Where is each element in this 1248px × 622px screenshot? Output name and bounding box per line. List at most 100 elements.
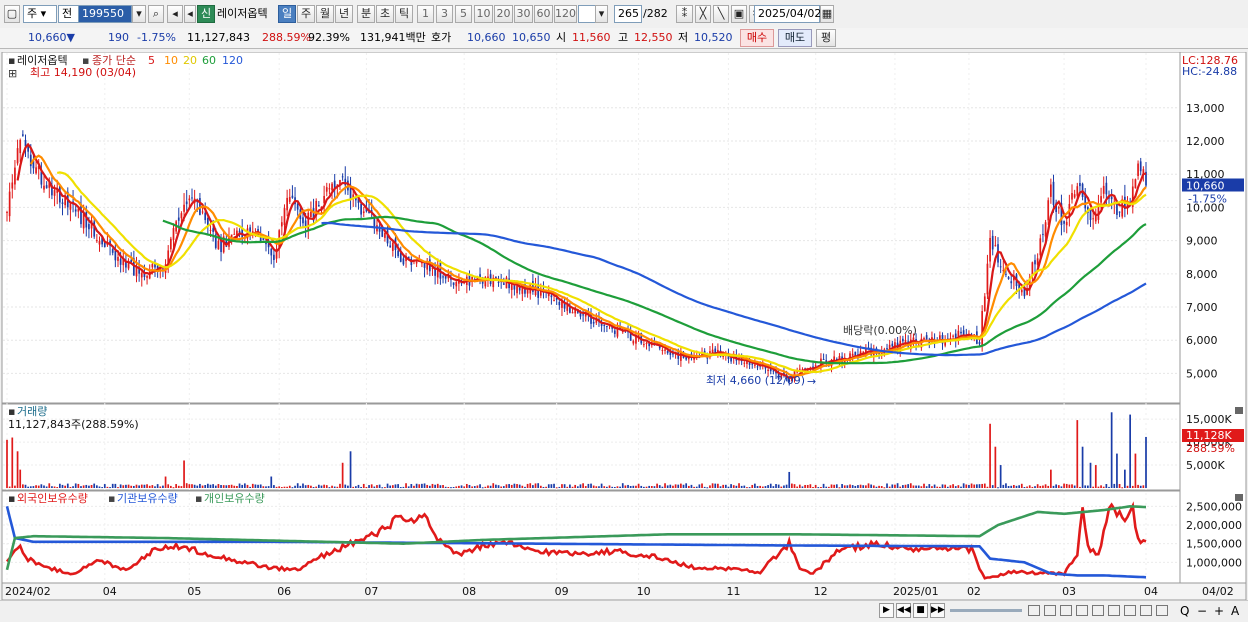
interval-btn-10[interactable]: 10 [474, 5, 493, 23]
volume-bar [952, 484, 954, 488]
fast-forward-button[interactable]: ▶▶ [930, 603, 945, 618]
volume-bar [629, 485, 632, 488]
count-total: /282 [643, 7, 668, 20]
search-icon[interactable]: ⌕ [148, 5, 164, 23]
volume-bar [492, 483, 495, 488]
rewind-button[interactable]: ◀◀ [896, 603, 911, 618]
save-icon[interactable]: ▣ [731, 5, 747, 23]
candle-body [185, 201, 188, 205]
interval-btn-1[interactable]: 1 [417, 5, 434, 23]
window-icon[interactable] [1124, 605, 1136, 616]
period-btn-year[interactable]: 년 [335, 5, 353, 23]
candle-body [88, 224, 90, 230]
volume-bar [43, 485, 45, 488]
interval-dropdown-icon[interactable]: ▾ [595, 5, 608, 23]
low-arrow-icon: → [807, 375, 816, 388]
interval-btn-5[interactable]: 5 [455, 5, 472, 23]
stop-button[interactable]: ■ [913, 603, 928, 618]
candle-body [40, 171, 43, 185]
period-btn-second[interactable]: 초 [376, 5, 394, 23]
speaker-icon[interactable]: ◂ [167, 5, 183, 23]
interval-btn-20[interactable]: 20 [494, 5, 513, 23]
candle-body [886, 348, 888, 350]
crosshair-icon[interactable]: ╳ [695, 5, 711, 23]
interval-btn-120[interactable]: 120 [554, 5, 577, 23]
window-menu-icon[interactable]: ▢ [4, 5, 20, 23]
volume-bar [833, 484, 836, 488]
volume-bar [447, 486, 450, 488]
volume-bar [434, 484, 436, 488]
holding-tick-label: 1,500,000 [1186, 538, 1242, 551]
time-tick-label: 05 [187, 585, 201, 598]
panel-toggle-icon[interactable]: ▪ [8, 54, 15, 67]
interval-btn-3[interactable]: 3 [436, 5, 453, 23]
volume-bar [175, 484, 177, 488]
volume-bar [553, 483, 555, 488]
price-tick-label: 8,000 [1186, 268, 1218, 281]
volume-bar [690, 484, 693, 488]
volume-panel [1, 403, 1181, 491]
volume-bar [735, 485, 738, 488]
count-input[interactable]: 265 [614, 5, 642, 23]
holding-panel-close-icon[interactable] [1235, 494, 1243, 501]
holding-legend-foreign: 외국인보유수량 [17, 492, 88, 505]
volume-bar [857, 485, 859, 488]
period-btn-day[interactable]: 일 [278, 5, 296, 23]
period-btn-minute[interactable]: 분 [357, 5, 375, 23]
period-btn-tick[interactable]: 틱 [395, 5, 413, 23]
play-button[interactable]: ▶ [879, 603, 894, 618]
candle-body [43, 185, 45, 190]
candle-body [756, 366, 759, 368]
drawing-icon[interactable]: ╲ [713, 5, 729, 23]
grid-icon[interactable] [1076, 605, 1088, 616]
copy-icon[interactable] [1028, 605, 1040, 616]
buy-button[interactable]: 매수 [740, 29, 774, 47]
current-change-label: -1.75% [1188, 193, 1227, 206]
volume-bar [870, 484, 873, 488]
zoom-out-button[interactable]: − [1197, 602, 1207, 620]
volume-bar [238, 483, 241, 488]
volume-bar [561, 484, 563, 488]
candle-body [1039, 238, 1042, 256]
candle-body [188, 198, 191, 201]
volume-toggle-icon[interactable]: ▪ [8, 405, 15, 418]
date-input[interactable]: 2025/04/02 [754, 5, 821, 23]
volume-bar [801, 486, 804, 488]
auto-scale-button[interactable]: A [1231, 602, 1239, 620]
interval-btn-30[interactable]: 30 [514, 5, 533, 23]
volume-bar [999, 465, 1002, 488]
layout-icon[interactable] [1060, 605, 1072, 616]
volume-bar [199, 483, 201, 488]
period-btn-month[interactable]: 월 [316, 5, 334, 23]
period-btn-week[interactable]: 주 [297, 5, 315, 23]
volume-bar [785, 484, 788, 488]
sell-button[interactable]: 매도 [778, 29, 812, 47]
print-icon[interactable] [1140, 605, 1152, 616]
compare-select-label: 전 [62, 7, 73, 20]
volume-bar [410, 484, 413, 488]
interval-btn-60[interactable]: 60 [534, 5, 553, 23]
time-tick-label: 04 [1144, 585, 1158, 598]
volume-bar [592, 485, 595, 488]
calendar-icon[interactable]: ▦ [820, 5, 834, 23]
eval-button[interactable]: 평 [816, 29, 836, 47]
prev-stock-icon[interactable]: ◂ [184, 5, 196, 23]
stock-code-input[interactable]: 199550 [78, 5, 132, 23]
candle-body [1102, 185, 1105, 194]
list-icon[interactable] [1108, 605, 1120, 616]
split-view-icon[interactable]: ⁑ [676, 5, 693, 23]
zoom-search-icon[interactable]: Q [1180, 602, 1189, 620]
code-dropdown-icon[interactable]: ▾ [132, 5, 146, 23]
candle-body [288, 197, 291, 202]
volume-panel-close-icon[interactable] [1235, 407, 1243, 414]
market-select[interactable]: 주 ▾ [23, 5, 57, 23]
volume-bar [11, 437, 14, 488]
scroll-track[interactable] [950, 609, 1022, 612]
stock-chart[interactable]: 5,000 6,000 7,000 8,000 9,000 10,000 11,000 12,… [0, 52, 1248, 600]
table-icon[interactable] [1092, 605, 1104, 616]
export-icon[interactable] [1156, 605, 1168, 616]
candle-body [1137, 163, 1139, 177]
paste-icon[interactable] [1044, 605, 1056, 616]
holding-toggle-icon[interactable]: ▪ [8, 492, 15, 505]
zoom-in-button[interactable]: + [1214, 602, 1224, 620]
